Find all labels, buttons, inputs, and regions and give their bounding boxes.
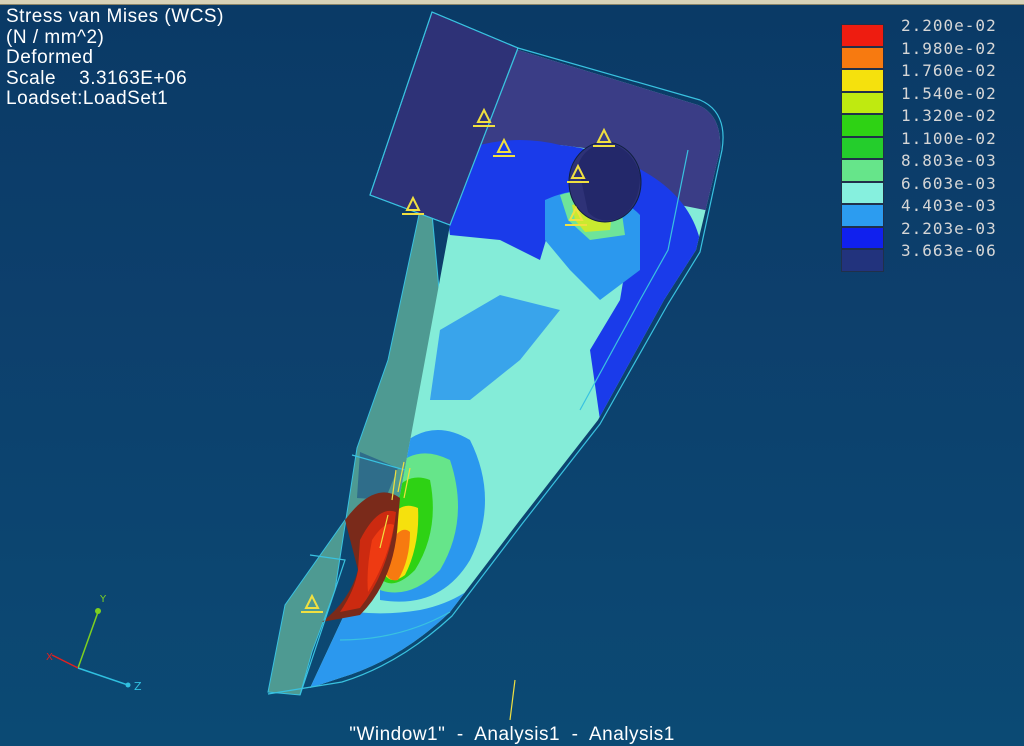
triad-x-label: X	[46, 652, 53, 663]
coordinate-triad: Y X Z	[46, 594, 142, 693]
window-caption: "Window1" - Analysis1 - Analysis1	[349, 724, 675, 745]
triad-y-label: Y	[99, 594, 107, 605]
triad-z-label: Z	[134, 680, 142, 693]
